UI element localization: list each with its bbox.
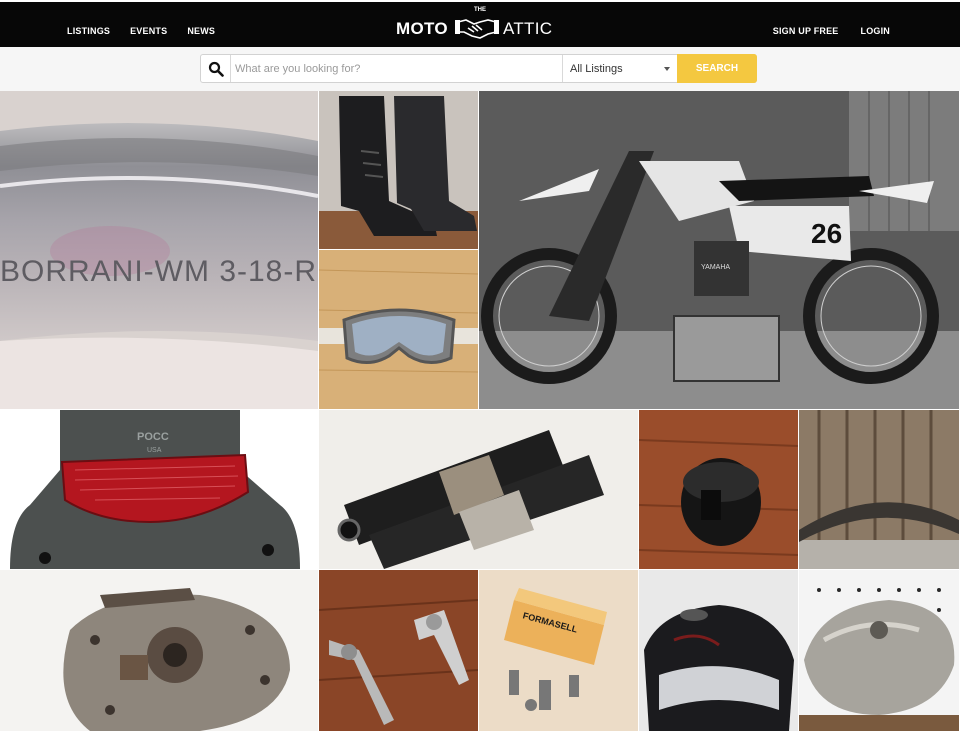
listing-tile-oil-tank[interactable]	[799, 570, 959, 731]
fender-photo	[799, 410, 959, 569]
fuel-tank-photo	[639, 570, 798, 731]
handshake-icon	[455, 19, 499, 39]
rim-photo: BORRANI-WM 3-18-RE	[0, 91, 318, 409]
taillight-subtext: USA	[147, 447, 162, 454]
login-link[interactable]: LOGIN	[861, 26, 891, 36]
search-input[interactable]	[232, 55, 561, 82]
listing-tile-shocks[interactable]	[319, 410, 638, 569]
listing-tile-cap[interactable]	[639, 410, 798, 569]
bike-number: 26	[811, 218, 842, 249]
listing-tile-fender[interactable]	[799, 410, 959, 569]
nav-left: LISTINGS EVENTS NEWS	[67, 26, 235, 36]
nav-listings-link[interactable]: LISTINGS	[67, 26, 110, 36]
parts-box-photo: FORMASELL	[479, 570, 638, 731]
listing-tile-rim[interactable]: BORRANI-WM 3-18-RE	[0, 91, 318, 409]
logo-moto-text: MOTO	[396, 19, 448, 38]
cap-photo	[639, 410, 798, 569]
search-bar: All Listings SEARCH	[0, 47, 960, 91]
chevron-down-icon	[664, 67, 670, 71]
shocks-photo	[319, 410, 638, 569]
listing-tile-levers[interactable]	[319, 570, 478, 731]
category-select-value: All Listings	[570, 63, 623, 75]
site-logo[interactable]: MOTO THE ATTIC	[396, 7, 566, 44]
listing-tile-engine-case[interactable]	[0, 570, 318, 731]
logo-attic-text: ATTIC	[503, 19, 553, 38]
oil-tank-photo	[799, 570, 959, 731]
listing-tile-taillight[interactable]: POCC USA	[0, 410, 318, 569]
nav-news-link[interactable]: NEWS	[187, 26, 215, 36]
rim-engraving: BORRANI-WM 3-18-RE	[0, 255, 318, 288]
dirtbike-photo: 26 YAMAHA	[479, 91, 959, 409]
taillight-photo: POCC USA	[0, 410, 318, 569]
engine-case-photo	[0, 570, 318, 731]
search-button[interactable]: SEARCH	[677, 54, 757, 83]
taillight-text: POCC	[137, 431, 169, 443]
goggles-photo	[319, 250, 478, 409]
signup-link[interactable]: SIGN UP FREE	[773, 26, 839, 36]
search-box: All Listings SEARCH	[200, 54, 757, 83]
listing-tile-goggles[interactable]	[319, 250, 478, 409]
listing-tile-dirtbike[interactable]: 26 YAMAHA	[479, 91, 959, 409]
boots-photo	[319, 91, 478, 249]
listing-tile-fuel-tank[interactable]	[639, 570, 798, 731]
category-select[interactable]: All Listings	[562, 55, 677, 82]
listing-tile-parts-box[interactable]: FORMASELL	[479, 570, 638, 731]
nav-right: SIGN UP FREE LOGIN	[751, 26, 890, 36]
bike-brand: YAMAHA	[701, 264, 730, 271]
levers-photo	[319, 570, 478, 731]
search-icon[interactable]	[201, 55, 231, 82]
nav-events-link[interactable]: EVENTS	[130, 26, 167, 36]
top-nav-bar: LISTINGS EVENTS NEWS MOTO THE ATTIC SIGN…	[0, 0, 960, 47]
listing-tile-boots[interactable]	[319, 91, 478, 249]
